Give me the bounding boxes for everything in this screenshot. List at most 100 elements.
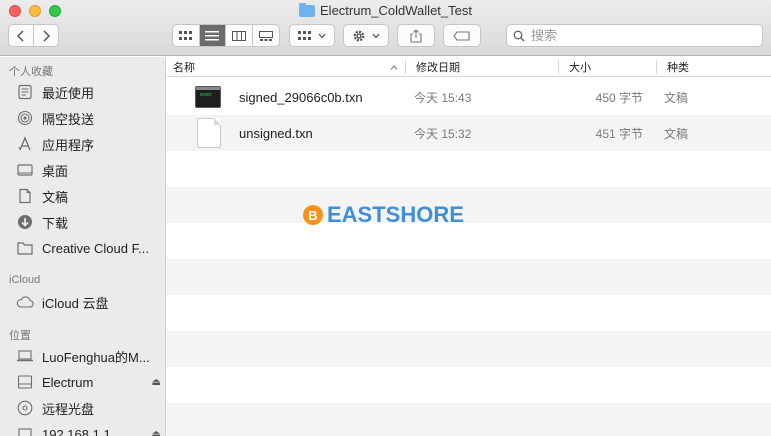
list-view-button[interactable] — [199, 25, 226, 46]
grid-icon — [178, 30, 192, 40]
column-header-size[interactable]: 大小 — [563, 57, 653, 77]
group-icon — [298, 30, 311, 40]
window-titlebar: Electrum_ColdWallet_Test — [0, 0, 771, 56]
chevron-left-icon — [16, 29, 24, 42]
sidebar-item-recents[interactable]: 最近使用 — [16, 81, 161, 103]
sidebar-item-applications[interactable]: 应用程序 — [16, 133, 161, 155]
empty-row — [167, 259, 771, 295]
share-icon — [410, 28, 422, 43]
sidebar-item-computer[interactable]: LuoFenghua的M... — [16, 345, 161, 367]
search-icon — [513, 30, 525, 42]
file-kind: 文稿 — [664, 90, 689, 105]
sidebar-header-icloud: iCloud — [9, 274, 41, 286]
window-title-text: Electrum_ColdWallet_Test — [320, 3, 472, 18]
action-menu-button[interactable] — [343, 24, 389, 47]
group-by-button[interactable] — [289, 24, 335, 47]
sidebar-item-label: 应用程序 — [42, 137, 95, 153]
file-modified: 今天 15:32 — [414, 126, 472, 141]
disc-icon — [16, 399, 34, 417]
back-button[interactable] — [9, 25, 34, 46]
sidebar-item-airdrop[interactable]: 隔空投送 — [16, 107, 161, 129]
chevron-down-icon — [372, 33, 380, 38]
search-input[interactable] — [531, 28, 731, 43]
applications-icon — [16, 135, 34, 153]
watermark-logo: B EASTSHORE — [303, 202, 464, 228]
column-separator[interactable] — [405, 60, 406, 74]
eject-icon[interactable]: ⏏ — [152, 429, 161, 436]
icon-view-button[interactable] — [173, 25, 200, 46]
sidebar-item-label: iCloud 云盘 — [42, 295, 109, 311]
file-modified: 今天 15:43 — [414, 90, 472, 105]
cloud-icon — [16, 293, 34, 311]
empty-row — [167, 295, 771, 331]
column-header-kind[interactable]: 种类 — [661, 57, 771, 77]
back-forward-control — [8, 24, 59, 47]
empty-row — [167, 223, 771, 259]
sidebar-item-desktop[interactable]: 桌面 — [16, 159, 161, 181]
sidebar-item-label: 最近使用 — [42, 85, 95, 101]
column-header-name[interactable]: 名称 — [167, 57, 404, 77]
sidebar-item-label: LuoFenghua的M... — [42, 349, 150, 365]
sidebar-item-electrum[interactable]: Electrum ⏏ — [16, 371, 161, 393]
file-name: unsigned.txn — [239, 125, 313, 141]
share-button[interactable] — [397, 24, 435, 47]
gear-icon — [353, 30, 365, 41]
sidebar-item-label: 下载 — [42, 215, 69, 231]
executable-icon: exec — [195, 79, 221, 115]
column-header-modified[interactable]: 修改日期 — [410, 57, 558, 77]
folder-icon — [299, 2, 316, 17]
table-row[interactable]: unsigned.txn 今天 15:32 451 字节 文稿 — [167, 115, 771, 151]
recents-icon — [16, 83, 34, 101]
sidebar-item-label: Creative Cloud F... — [42, 240, 149, 256]
sidebar-item-downloads[interactable]: 下载 — [16, 211, 161, 233]
search-field[interactable] — [506, 24, 763, 47]
sidebar-item-label: 隔空投送 — [42, 111, 95, 127]
sort-ascending-icon — [390, 65, 398, 70]
network-icon — [16, 425, 34, 436]
column-header-row: 名称 修改日期 大小 种类 — [167, 57, 771, 77]
documents-icon — [16, 187, 34, 205]
view-mode-control — [172, 24, 280, 47]
column-header-kind-label: 种类 — [667, 62, 689, 74]
column-header-modified-label: 修改日期 — [416, 62, 460, 74]
table-row[interactable]: exec signed_29066c0b.txn 今天 15:43 450 字节… — [167, 79, 771, 115]
empty-row — [167, 367, 771, 403]
sidebar: 个人收藏 最近使用 隔空投送 应用程序 桌面 文稿 下载 Creative Cl… — [0, 57, 166, 436]
gallery-view-button[interactable] — [253, 25, 279, 46]
sidebar-item-label: 桌面 — [42, 163, 69, 179]
empty-row — [167, 331, 771, 367]
list-icon — [205, 30, 220, 40]
chevron-down-icon — [318, 33, 326, 38]
sidebar-header-locations: 位置 — [9, 330, 31, 342]
forward-button[interactable] — [34, 25, 58, 46]
column-view-button[interactable] — [226, 25, 253, 46]
sidebar-item-remote-disc[interactable]: 远程光盘 — [16, 397, 161, 419]
empty-row — [167, 187, 771, 223]
sidebar-item-documents[interactable]: 文稿 — [16, 185, 161, 207]
columns-icon — [231, 30, 246, 41]
document-icon — [197, 115, 221, 151]
tag-icon — [453, 30, 470, 41]
sidebar-item-network-share[interactable]: 192.168.1.1 ⏏ — [16, 423, 161, 436]
file-size: 450 字节 — [595, 90, 643, 105]
column-separator[interactable] — [656, 60, 657, 74]
file-kind: 文稿 — [664, 126, 689, 141]
chevron-right-icon — [43, 29, 50, 42]
sidebar-item-label: Electrum — [42, 374, 94, 390]
column-separator[interactable] — [558, 60, 559, 74]
window-title: Electrum_ColdWallet_Test — [0, 2, 771, 18]
file-size: 451 字节 — [595, 126, 643, 141]
column-header-name-label: 名称 — [173, 62, 195, 74]
eject-icon[interactable]: ⏏ — [152, 377, 161, 388]
sidebar-item-icloud-drive[interactable]: iCloud 云盘 — [16, 291, 161, 313]
tag-button[interactable] — [443, 24, 481, 47]
downloads-icon — [16, 213, 34, 231]
empty-row — [167, 151, 771, 187]
sidebar-item-creative-cloud[interactable]: Creative Cloud F... — [16, 237, 161, 259]
watermark-text: EASTSHORE — [327, 202, 464, 227]
file-name: signed_29066c0b.txn — [239, 89, 363, 105]
sidebar-item-label: 文稿 — [42, 189, 69, 205]
laptop-icon — [16, 347, 34, 365]
drive-icon — [16, 373, 34, 391]
gallery-icon — [258, 30, 273, 41]
